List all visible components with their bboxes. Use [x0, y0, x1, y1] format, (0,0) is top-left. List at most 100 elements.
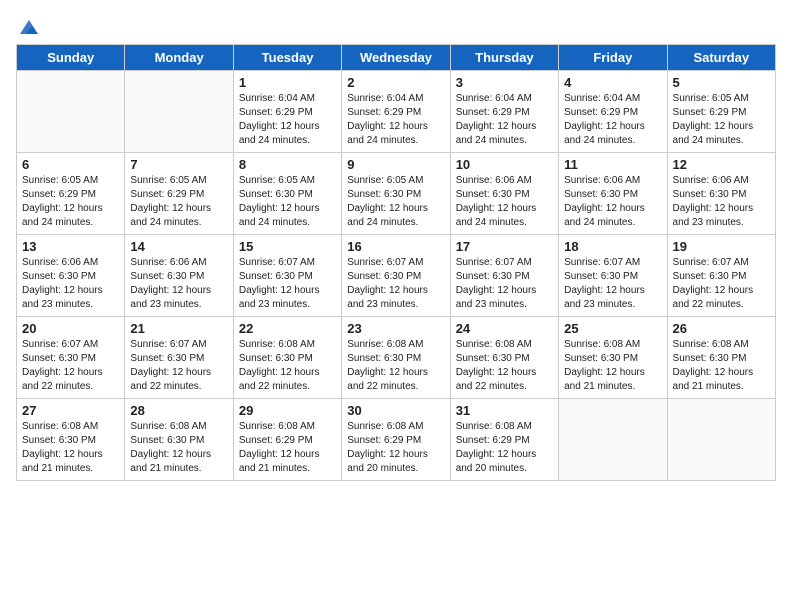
day-info: Sunrise: 6:06 AM Sunset: 6:30 PM Dayligh…	[564, 174, 661, 230]
day-info: Sunrise: 6:05 AM Sunset: 6:29 PM Dayligh…	[22, 174, 119, 230]
day-info: Sunrise: 6:08 AM Sunset: 6:30 PM Dayligh…	[564, 338, 661, 394]
day-number: 14	[130, 239, 227, 254]
day-info: Sunrise: 6:05 AM Sunset: 6:29 PM Dayligh…	[130, 174, 227, 230]
day-info: Sunrise: 6:04 AM Sunset: 6:29 PM Dayligh…	[564, 92, 661, 148]
day-info: Sunrise: 6:07 AM Sunset: 6:30 PM Dayligh…	[347, 256, 444, 312]
calendar-week-row: 13 Sunrise: 6:06 AM Sunset: 6:30 PM Dayli…	[17, 235, 776, 317]
calendar-cell: 20 Sunrise: 6:07 AM Sunset: 6:30 PM Dayli…	[17, 317, 125, 399]
calendar-cell: 1Sunrise: 6:04 AM Sunset: 6:29 PM Daylig…	[233, 71, 341, 153]
calendar-cell	[667, 399, 775, 481]
day-info: Sunrise: 6:08 AM Sunset: 6:30 PM Dayligh…	[130, 420, 227, 476]
day-number: 29	[239, 403, 336, 418]
day-number: 23	[347, 321, 444, 336]
day-number: 26	[673, 321, 770, 336]
logo	[16, 16, 40, 34]
day-number: 10	[456, 157, 553, 172]
day-info: Sunrise: 6:08 AM Sunset: 6:30 PM Dayligh…	[347, 338, 444, 394]
day-info: Sunrise: 6:04 AM Sunset: 6:29 PM Dayligh…	[347, 92, 444, 148]
calendar-cell: 11 Sunrise: 6:06 AM Sunset: 6:30 PM Dayli…	[559, 153, 667, 235]
calendar-table: SundayMondayTuesdayWednesdayThursdayFrid…	[16, 44, 776, 481]
day-number: 19	[673, 239, 770, 254]
day-number: 16	[347, 239, 444, 254]
calendar-cell: 5 Sunrise: 6:05 AM Sunset: 6:29 PM Daylig…	[667, 71, 775, 153]
day-number: 17	[456, 239, 553, 254]
day-number: 1	[239, 75, 336, 90]
day-number: 28	[130, 403, 227, 418]
calendar-day-header: Saturday	[667, 45, 775, 71]
day-number: 9	[347, 157, 444, 172]
day-number: 6	[22, 157, 119, 172]
day-number: 21	[130, 321, 227, 336]
day-number: 8	[239, 157, 336, 172]
day-number: 2	[347, 75, 444, 90]
calendar-cell: 16 Sunrise: 6:07 AM Sunset: 6:30 PM Dayli…	[342, 235, 450, 317]
day-info: Sunrise: 6:06 AM Sunset: 6:30 PM Dayligh…	[22, 256, 119, 312]
page-header	[16, 16, 776, 34]
day-number: 11	[564, 157, 661, 172]
day-number: 13	[22, 239, 119, 254]
calendar-cell: 3 Sunrise: 6:04 AM Sunset: 6:29 PM Daylig…	[450, 71, 558, 153]
calendar-week-row: 1 Sunrise: 6:04 AM Sunset: 6:29 PM Daylig…	[17, 71, 776, 153]
day-info: Sunrise: 6:05 AM Sunset: 6:30 PM Dayligh…	[347, 174, 444, 230]
day-info: Sunrise: 6:07 AM Sunset: 6:30 PM Dayligh…	[673, 256, 770, 312]
calendar-week-row: 6 Sunrise: 6:05 AM Sunset: 6:29 PM Daylig…	[17, 153, 776, 235]
calendar-cell: 25Sunrise: 6:08 AM Sunset: 6:30 PM Dayli…	[559, 317, 667, 399]
calendar-day-header: Sunday	[17, 45, 125, 71]
calendar-cell: 7 Sunrise: 6:05 AM Sunset: 6:29 PM Daylig…	[125, 153, 233, 235]
day-number: 7	[130, 157, 227, 172]
calendar-cell: 19 Sunrise: 6:07 AM Sunset: 6:30 PM Dayli…	[667, 235, 775, 317]
calendar-day-header: Tuesday	[233, 45, 341, 71]
calendar-cell: 31 Sunrise: 6:08 AM Sunset: 6:29 PM Dayli…	[450, 399, 558, 481]
day-info: Sunrise: 6:04 AM Sunset: 6:29 PM Dayligh…	[456, 92, 553, 148]
calendar-cell: 18 Sunrise: 6:07 AM Sunset: 6:30 PM Dayli…	[559, 235, 667, 317]
day-number: 3	[456, 75, 553, 90]
day-number: 31	[456, 403, 553, 418]
day-info: Sunrise: 6:08 AM Sunset: 6:30 PM Dayligh…	[456, 338, 553, 394]
day-number: 30	[347, 403, 444, 418]
day-info: Sunrise: 6:07 AM Sunset: 6:30 PM Dayligh…	[456, 256, 553, 312]
day-info: Sunrise: 6:08 AM Sunset: 6:29 PM Dayligh…	[347, 420, 444, 476]
calendar-day-header: Monday	[125, 45, 233, 71]
day-info: Sunrise: 6:08 AM Sunset: 6:29 PM Dayligh…	[239, 420, 336, 476]
day-number: 20	[22, 321, 119, 336]
calendar-cell: 12 Sunrise: 6:06 AM Sunset: 6:30 PM Dayli…	[667, 153, 775, 235]
day-number: 5	[673, 75, 770, 90]
calendar-cell: 22Sunrise: 6:08 AM Sunset: 6:30 PM Dayli…	[233, 317, 341, 399]
day-number: 22	[239, 321, 336, 336]
calendar-cell	[559, 399, 667, 481]
day-info: Sunrise: 6:06 AM Sunset: 6:30 PM Dayligh…	[130, 256, 227, 312]
day-info: Sunrise: 6:07 AM Sunset: 6:30 PM Dayligh…	[239, 256, 336, 312]
calendar-cell: 9 Sunrise: 6:05 AM Sunset: 6:30 PM Daylig…	[342, 153, 450, 235]
calendar-cell: 29 Sunrise: 6:08 AM Sunset: 6:29 PM Dayli…	[233, 399, 341, 481]
calendar-day-header: Thursday	[450, 45, 558, 71]
day-info: Sunrise: 6:05 AM Sunset: 6:29 PM Dayligh…	[673, 92, 770, 148]
calendar-week-row: 27 Sunrise: 6:08 AM Sunset: 6:30 PM Dayli…	[17, 399, 776, 481]
calendar-cell: 15Sunrise: 6:07 AM Sunset: 6:30 PM Dayli…	[233, 235, 341, 317]
calendar-cell	[125, 71, 233, 153]
calendar-cell	[17, 71, 125, 153]
day-number: 18	[564, 239, 661, 254]
day-info: Sunrise: 6:07 AM Sunset: 6:30 PM Dayligh…	[564, 256, 661, 312]
day-number: 12	[673, 157, 770, 172]
calendar-cell: 4 Sunrise: 6:04 AM Sunset: 6:29 PM Daylig…	[559, 71, 667, 153]
day-info: Sunrise: 6:07 AM Sunset: 6:30 PM Dayligh…	[22, 338, 119, 394]
calendar-cell: 17 Sunrise: 6:07 AM Sunset: 6:30 PM Dayli…	[450, 235, 558, 317]
day-info: Sunrise: 6:05 AM Sunset: 6:30 PM Dayligh…	[239, 174, 336, 230]
calendar-cell: 8 Sunrise: 6:05 AM Sunset: 6:30 PM Daylig…	[233, 153, 341, 235]
day-info: Sunrise: 6:08 AM Sunset: 6:30 PM Dayligh…	[673, 338, 770, 394]
day-number: 4	[564, 75, 661, 90]
day-info: Sunrise: 6:07 AM Sunset: 6:30 PM Dayligh…	[130, 338, 227, 394]
logo-icon	[18, 16, 40, 38]
day-info: Sunrise: 6:08 AM Sunset: 6:29 PM Dayligh…	[456, 420, 553, 476]
calendar-header-row: SundayMondayTuesdayWednesdayThursdayFrid…	[17, 45, 776, 71]
day-number: 27	[22, 403, 119, 418]
calendar-week-row: 20 Sunrise: 6:07 AM Sunset: 6:30 PM Dayli…	[17, 317, 776, 399]
day-info: Sunrise: 6:08 AM Sunset: 6:30 PM Dayligh…	[22, 420, 119, 476]
day-info: Sunrise: 6:06 AM Sunset: 6:30 PM Dayligh…	[673, 174, 770, 230]
day-info: Sunrise: 6:06 AM Sunset: 6:30 PM Dayligh…	[456, 174, 553, 230]
calendar-cell: 13 Sunrise: 6:06 AM Sunset: 6:30 PM Dayli…	[17, 235, 125, 317]
calendar-cell: 21 Sunrise: 6:07 AM Sunset: 6:30 PM Dayli…	[125, 317, 233, 399]
calendar-cell: 6 Sunrise: 6:05 AM Sunset: 6:29 PM Daylig…	[17, 153, 125, 235]
calendar-cell: 14 Sunrise: 6:06 AM Sunset: 6:30 PM Dayli…	[125, 235, 233, 317]
calendar-cell: 2 Sunrise: 6:04 AM Sunset: 6:29 PM Daylig…	[342, 71, 450, 153]
